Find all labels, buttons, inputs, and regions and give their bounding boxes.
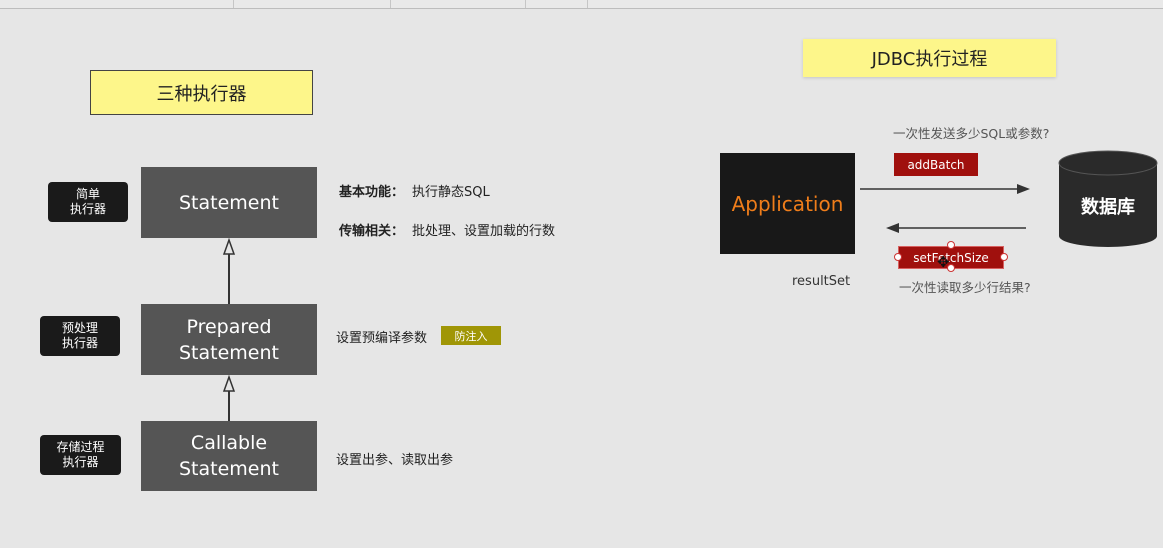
transfer-related-value: 批处理、设置加载的行数 — [412, 224, 556, 239]
side-label-callable-executor: 存储过程 执行器 — [40, 435, 121, 475]
side-label-simple-executor: 简单 执行器 — [48, 182, 128, 222]
side-label-prepared-executor: 预处理 执行器 — [40, 316, 120, 356]
statement-transfer-related: 传输相关： 批处理、设置加载的行数 — [339, 220, 555, 239]
jdbc-process-title: JDBC执行过程 — [803, 39, 1056, 77]
callable-statement-box: Callable Statement — [141, 421, 317, 491]
addbatch-tag: addBatch — [894, 153, 978, 176]
selection-handle-top[interactable] — [947, 241, 955, 249]
application-box: Application — [720, 153, 855, 254]
inherit-arrowhead-callable — [222, 374, 236, 392]
statement-box: Statement — [141, 167, 317, 238]
send-note: 一次性发送多少SQL或参数? — [893, 126, 1050, 141]
transfer-related-key: 传输相关： — [339, 224, 405, 239]
move-cursor-icon: ✥ — [937, 253, 950, 271]
read-note: 一次性读取多少行结果? — [899, 280, 1031, 295]
basic-function-key: 基本功能： — [339, 185, 405, 200]
resultset-label: resultSet — [792, 274, 851, 289]
selection-handle-right[interactable] — [1000, 253, 1008, 261]
database-label: 数据库 — [1081, 197, 1135, 218]
anti-injection-tag: 防注入 — [441, 326, 501, 345]
inherit-arrowhead-prepared — [222, 237, 236, 255]
basic-function-value: 执行静态SQL — [412, 185, 490, 200]
callable-description: 设置出参、读取出参 — [336, 453, 454, 468]
receive-arrowhead — [886, 223, 899, 233]
prepared-statement-box: Prepared Statement — [141, 304, 317, 375]
statement-basic-function: 基本功能： 执行静态SQL — [339, 181, 490, 200]
prepared-description: 设置预编译参数 — [336, 331, 428, 346]
send-arrowhead — [1017, 184, 1030, 194]
selection-handle-left[interactable] — [894, 253, 902, 261]
executors-title: 三种执行器 — [90, 70, 313, 115]
